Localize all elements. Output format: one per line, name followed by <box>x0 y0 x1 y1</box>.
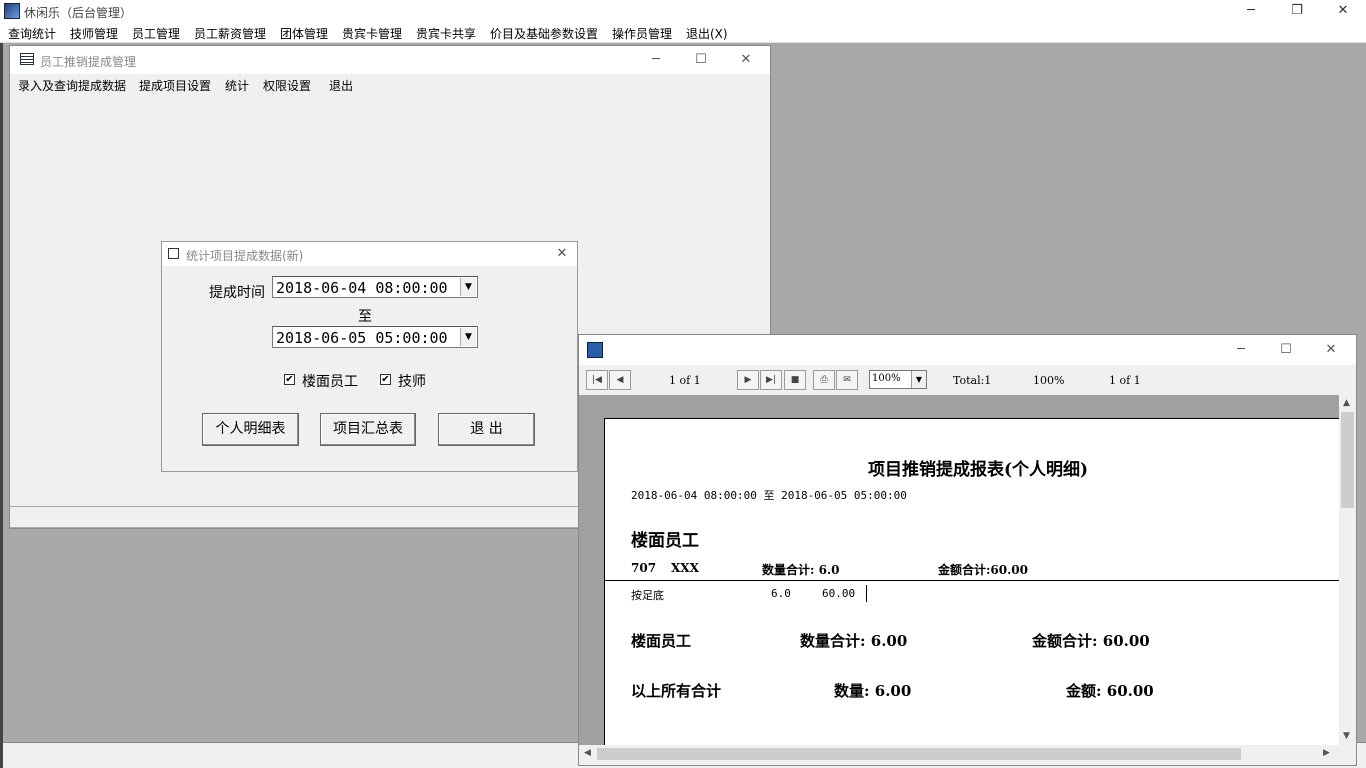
employee-minimize-button[interactable]: ─ <box>634 49 678 71</box>
zoom-select[interactable]: 100% ▼ <box>869 370 927 389</box>
menu-employee-exit[interactable]: 退出 <box>329 77 353 94</box>
dialog-close-button[interactable]: ✕ <box>540 243 584 265</box>
next-page-icon[interactable]: ▶ <box>737 370 759 390</box>
menu-entry-query[interactable]: 录入及查询提成数据 <box>18 77 126 94</box>
vertical-scroll-thumb[interactable] <box>1341 412 1354 508</box>
page-indicator: 1 of 1 <box>669 374 701 387</box>
menu-stats[interactable]: 统计 <box>225 77 249 94</box>
employee-qty-total: 数量合计: 6.0 <box>762 563 840 577</box>
group-total-qty: 数量合计: 6.00 <box>800 632 908 650</box>
grand-total-qty: 数量: 6.00 <box>834 682 912 700</box>
app-titlebar: 休闲乐（后台管理） ─ ❐ ✕ <box>0 0 1366 22</box>
app-logo-icon <box>4 3 20 19</box>
restore-button[interactable]: ❐ <box>1274 0 1320 22</box>
stats-dialog: 统计项目提成数据(新) ✕ 提成时间 2018-06-04 08:00:00 ▼… <box>161 241 578 472</box>
scroll-up-icon[interactable]: ▲ <box>1343 398 1350 408</box>
menu-permissions[interactable]: 权限设置 <box>263 77 311 94</box>
menu-salary[interactable]: 员工薪资管理 <box>194 25 266 42</box>
report-viewer-titlebar: ─ ☐ ✕ <box>579 335 1356 365</box>
stop-icon[interactable]: ■ <box>784 370 806 390</box>
menu-vip-share[interactable]: 贵宾卡共享 <box>416 25 476 42</box>
menu-employee[interactable]: 员工管理 <box>132 25 180 42</box>
first-page-icon[interactable]: |◀ <box>586 370 608 390</box>
technician-checkbox[interactable]: ✔ <box>380 374 391 385</box>
dialog-exit-button[interactable]: 退 出 <box>438 413 535 446</box>
print-icon[interactable]: ⎙ <box>813 370 835 390</box>
scroll-right-icon[interactable]: ▶ <box>1323 748 1330 758</box>
menu-technician[interactable]: 技师管理 <box>70 25 118 42</box>
menu-query-stats[interactable]: 查询统计 <box>8 25 56 42</box>
employee-window-titlebar: 员工推销提成管理 ─ ☐ ✕ <box>10 46 770 74</box>
export-icon[interactable]: ✉ <box>836 370 858 390</box>
previous-page-icon[interactable]: ◀ <box>609 370 631 390</box>
employee-close-button[interactable]: ✕ <box>724 49 768 71</box>
start-time-value: 2018-06-04 08:00:00 <box>276 279 448 297</box>
technician-label: 技师 <box>398 374 426 390</box>
report-viewer-window: ─ ☐ ✕ |◀ ◀ 1 of 1 ▶ ▶| ■ ⎙ ✉ 100% ▼ Tota… <box>578 334 1357 766</box>
stats-dialog-title: 统计项目提成数据(新) <box>186 249 304 263</box>
app-title: 休闲乐（后台管理） <box>24 6 133 20</box>
report-title: 项目推销提成报表(个人明细) <box>868 460 1089 480</box>
report-app-icon <box>587 342 603 358</box>
chevron-down-icon[interactable]: ▼ <box>911 371 926 388</box>
menu-group[interactable]: 团体管理 <box>280 25 328 42</box>
total-records: Total:1 <box>953 374 992 387</box>
to-label: 至 <box>358 309 372 325</box>
zoom-value: 100% <box>872 373 901 384</box>
header-divider <box>605 580 1339 581</box>
employee-maximize-button[interactable]: ☐ <box>679 49 723 71</box>
employee-amount-total: 金额合计:60.00 <box>938 563 1029 577</box>
menu-exit[interactable]: 退出(X) <box>686 25 728 42</box>
report-toolbar: |◀ ◀ 1 of 1 ▶ ▶| ■ ⎙ ✉ 100% ▼ Total:1 10… <box>579 365 1356 393</box>
scroll-left-icon[interactable]: ◀ <box>584 748 591 758</box>
text-cursor <box>866 585 867 602</box>
horizontal-scrollbar[interactable]: ◀ ▶ <box>579 745 1339 763</box>
end-time-value: 2018-06-05 05:00:00 <box>276 329 448 347</box>
last-page-icon[interactable]: ▶| <box>760 370 782 390</box>
personal-detail-button[interactable]: 个人明细表 <box>202 413 299 446</box>
group-heading: 楼面员工 <box>631 531 699 551</box>
group-total-name: 楼面员工 <box>631 632 692 650</box>
menu-operator[interactable]: 操作员管理 <box>612 25 672 42</box>
grand-total-label: 以上所有合计 <box>631 682 722 700</box>
time-label: 提成时间 <box>209 285 265 301</box>
group-total-amount: 金额合计: 60.00 <box>1032 632 1150 650</box>
menu-vip-card[interactable]: 贵宾卡管理 <box>342 25 402 42</box>
start-time-picker[interactable]: 2018-06-04 08:00:00 ▼ <box>272 276 478 298</box>
page-count: 1 of 1 <box>1109 374 1141 387</box>
item-name: 按足底 <box>631 589 664 602</box>
close-button[interactable]: ✕ <box>1320 0 1366 22</box>
chevron-down-icon[interactable]: ▼ <box>460 278 476 296</box>
scroll-down-icon[interactable]: ▼ <box>1343 731 1350 741</box>
report-page: 项目推销提成报表(个人明细) 2018-06-04 08:00:00 至 201… <box>604 418 1339 745</box>
report-close-button[interactable]: ✕ <box>1309 339 1353 361</box>
employee-id: 707 <box>631 561 657 575</box>
minimize-button[interactable]: ─ <box>1228 0 1274 22</box>
chevron-down-icon[interactable]: ▼ <box>460 328 476 346</box>
window-form-icon <box>20 53 34 65</box>
menu-item-settings[interactable]: 提成项目设置 <box>139 77 211 94</box>
zoom-percent: 100% <box>1033 374 1065 387</box>
stats-dialog-titlebar: 统计项目提成数据(新) ✕ <box>162 242 577 266</box>
menu-price-settings[interactable]: 价目及基础参数设置 <box>490 25 598 42</box>
report-maximize-button[interactable]: ☐ <box>1264 339 1308 361</box>
item-summary-button[interactable]: 项目汇总表 <box>320 413 416 446</box>
horizontal-scroll-thumb[interactable] <box>597 748 1241 760</box>
item-amount: 60.00 <box>822 587 856 600</box>
left-edge <box>0 43 3 768</box>
dialog-form-icon <box>168 248 179 259</box>
employee-name: XXX <box>671 561 699 575</box>
grand-total-amount: 金额: 60.00 <box>1066 682 1154 700</box>
report-canvas: 项目推销提成报表(个人明细) 2018-06-04 08:00:00 至 201… <box>579 395 1339 745</box>
end-time-picker[interactable]: 2018-06-05 05:00:00 ▼ <box>272 326 478 348</box>
floor-staff-checkbox[interactable]: ✔ <box>284 374 295 385</box>
app-menubar: 查询统计 技师管理 员工管理 员工薪资管理 团体管理 贵宾卡管理 贵宾卡共享 价… <box>0 22 1366 43</box>
vertical-scrollbar[interactable]: ▲ ▼ <box>1339 395 1356 745</box>
report-date-range: 2018-06-04 08:00:00 至 2018-06-05 05:00:0… <box>631 489 907 502</box>
employee-menubar: 录入及查询提成数据 提成项目设置 统计 权限设置 退出 <box>10 74 770 94</box>
report-minimize-button[interactable]: ─ <box>1219 339 1263 361</box>
item-qty: 6.0 <box>771 587 791 600</box>
employee-window-title: 员工推销提成管理 <box>40 55 137 69</box>
floor-staff-label: 楼面员工 <box>302 374 358 390</box>
